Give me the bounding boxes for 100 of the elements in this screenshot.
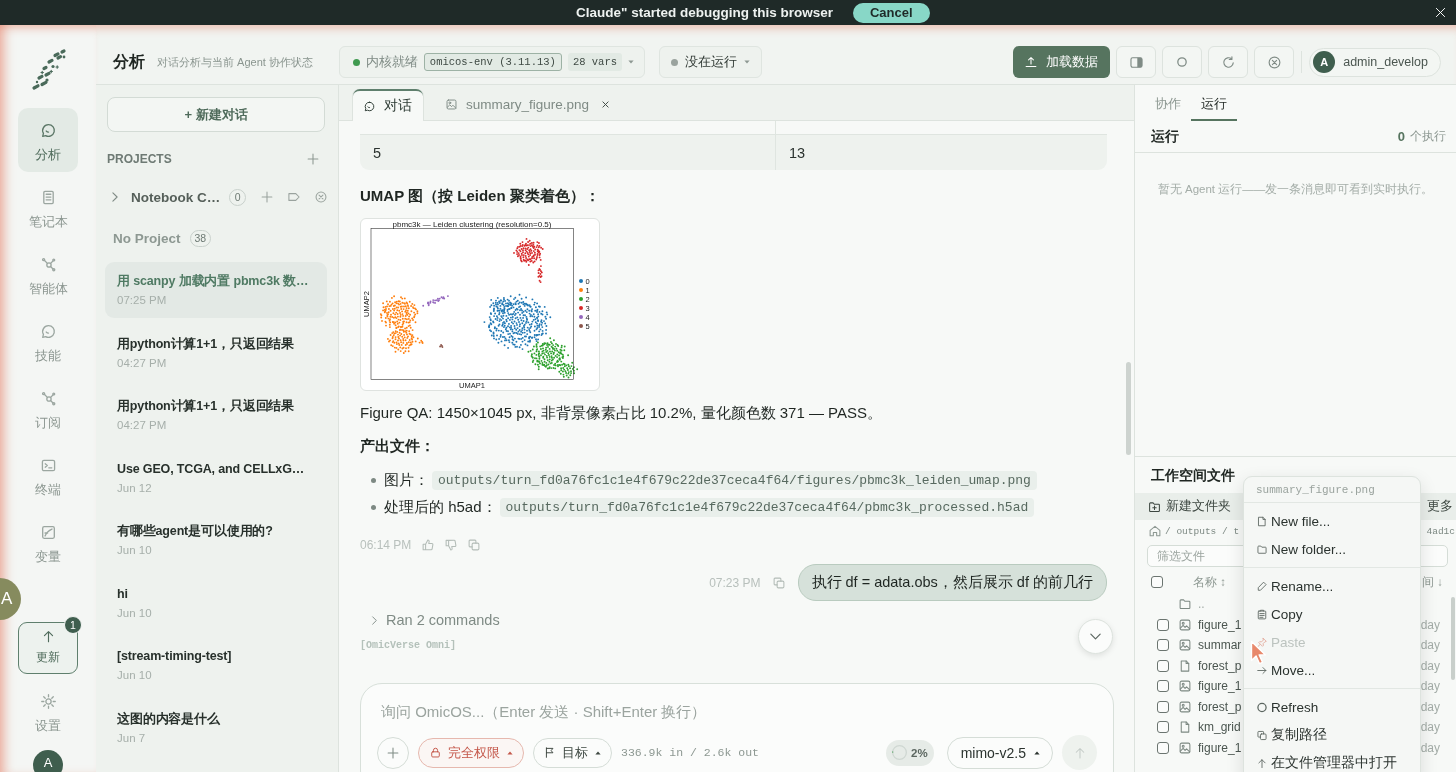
scrollbar-thumb[interactable] <box>1451 597 1455 680</box>
translate-button[interactable]: A <box>0 578 21 620</box>
stop-button[interactable] <box>1254 46 1295 78</box>
conversation-item[interactable]: Use GEO, TCGA, and CELLxG… Jun 12 <box>105 449 327 506</box>
breadcrumb-path[interactable]: / outputs / t <box>1165 525 1240 537</box>
model-select-button[interactable]: mimo-v2.5 <box>946 736 1053 769</box>
file-icon <box>1257 515 1267 527</box>
environment-badge: omicos-env (3.11.13) <box>423 53 562 71</box>
plus-icon[interactable] <box>261 191 274 203</box>
message-input[interactable]: 询问 OmicOS...（Enter 发送 · Shift+Enter 换行） <box>377 699 1097 723</box>
empty-state-text: 暂无 Agent 运行——发一条消息即可看到实时执行。 <box>1157 182 1434 197</box>
conversation-item[interactable]: 用python计算1+1，只返回结果 04:27 PM <box>105 324 327 381</box>
close-circle-icon[interactable] <box>315 191 328 203</box>
project-name[interactable]: Notebook C… <box>131 189 221 205</box>
file-time: day <box>1420 679 1440 694</box>
plus-icon[interactable] <box>307 153 319 165</box>
file-name[interactable]: figure_1 <box>1198 617 1242 632</box>
file-name[interactable]: figure_1 <box>1198 679 1242 694</box>
logo-icon <box>29 47 67 92</box>
row-checkbox[interactable] <box>1157 639 1169 652</box>
row-checkbox[interactable] <box>1157 741 1169 754</box>
status-button[interactable] <box>1162 46 1203 78</box>
menu-item[interactable]: 在文件管理器中打开 <box>1244 749 1420 772</box>
scatter-cluster <box>513 237 544 284</box>
conversation-item[interactable]: 用 scanpy 加载内置 pbmc3k 数… 07:25 PM <box>105 262 327 318</box>
file-time: day <box>1420 720 1440 735</box>
conversation-item[interactable]: [stream-timing-test] Jun 10 <box>105 637 327 693</box>
new-chat-button[interactable]: + 新建对话 <box>107 97 325 132</box>
conversation-item[interactable]: hi Jun 10 <box>105 574 327 631</box>
page-subtitle: 对话分析与当前 Agent 协作状态 <box>157 54 313 70</box>
table-cell: 5 <box>360 135 776 170</box>
run-status-button[interactable]: 没在运行 <box>659 46 762 78</box>
thumbs-down-icon[interactable] <box>445 539 458 551</box>
copy-icon[interactable] <box>772 576 785 589</box>
more-button[interactable]: 更多 <box>1427 495 1453 518</box>
panel-toggle-button[interactable] <box>1116 46 1157 78</box>
row-checkbox[interactable] <box>1157 680 1169 693</box>
breadcrumb-path[interactable]: 4ad1c <box>1426 525 1455 537</box>
file-name[interactable]: figure_1 <box>1198 740 1242 755</box>
row-checkbox[interactable] <box>1157 700 1169 713</box>
lock-icon <box>430 747 441 758</box>
image-icon <box>446 99 457 110</box>
conversation-title: hi <box>117 585 128 603</box>
conversation-item[interactable]: 用python计算1+1，只返回结果 04:27 PM <box>105 387 327 443</box>
home-icon[interactable] <box>1149 525 1161 537</box>
file-name[interactable]: forest_p <box>1198 658 1242 673</box>
file-name[interactable]: km_grid <box>1198 720 1241 735</box>
arrow-up-icon <box>41 630 55 643</box>
file-name[interactable]: summar <box>1198 638 1242 653</box>
network-icon <box>40 391 56 406</box>
conversation-item[interactable]: 这图的内容是什么 Jun 7 <box>105 699 327 756</box>
permission-button[interactable]: 完全权限 <box>418 737 524 768</box>
banner-message: Claude" started debugging this browser <box>576 5 833 20</box>
menu-item[interactable]: Refresh <box>1244 693 1420 721</box>
chat-bubble-icon <box>364 100 375 112</box>
refresh-button[interactable] <box>1208 46 1249 78</box>
chart-title: pbmc3k — Leiden clustering (resolution=0.5) <box>392 219 552 229</box>
clipboard-icon <box>1257 608 1267 620</box>
goal-button[interactable]: 目标 <box>533 737 612 768</box>
row-checkbox[interactable] <box>1157 721 1169 734</box>
chevron-icon[interactable] <box>112 192 118 202</box>
select-all-checkbox[interactable] <box>1151 576 1163 588</box>
tag-icon[interactable] <box>288 191 301 203</box>
user-avatar: A <box>33 750 63 772</box>
nav-item[interactable]: 分析 <box>18 108 78 172</box>
row-checkbox[interactable] <box>1157 618 1169 631</box>
notebook-icon <box>40 190 56 205</box>
menu-item[interactable]: New folder... <box>1244 535 1420 563</box>
run-count: 0 <box>1397 129 1405 144</box>
file-time: day <box>1420 617 1440 632</box>
menu-item[interactable]: Move... <box>1244 656 1420 684</box>
folder-icon <box>1257 543 1267 555</box>
cancel-button[interactable]: Cancel <box>852 2 930 23</box>
load-data-button[interactable]: 加载数据 <box>1013 46 1111 78</box>
graph-icon <box>40 525 56 540</box>
menu-item[interactable]: Copy <box>1244 600 1420 628</box>
add-attachment-button[interactable] <box>377 736 409 769</box>
menu-item[interactable]: 复制路径 <box>1244 721 1420 749</box>
kernel-status-button[interactable]: 内核就绪 omicos-env (3.11.13) 28 vars <box>338 46 645 78</box>
scatter-cluster <box>527 337 579 379</box>
copy-icon[interactable] <box>468 539 481 551</box>
conversation-time: 07:25 PM <box>117 293 167 308</box>
thumbs-up-icon[interactable] <box>422 539 435 551</box>
user-menu-button[interactable]: A admin_develop <box>1309 47 1441 77</box>
row-checkbox[interactable] <box>1157 659 1169 672</box>
file-name[interactable]: forest_p <box>1198 699 1242 714</box>
conversation-title: 用python计算1+1，只返回结果 <box>117 398 295 415</box>
new-folder-button[interactable]: 新建文件夹 <box>1148 495 1231 518</box>
conversation-title: 有哪些agent是可以使用的? <box>117 523 273 540</box>
user-avatar: A <box>1313 51 1336 73</box>
close-icon[interactable] <box>602 101 610 108</box>
menu-item[interactable]: New file... <box>1244 507 1420 535</box>
conversation-item[interactable]: 有哪些agent是可以使用的? Jun 10 <box>105 512 327 568</box>
page-title: 分析 <box>113 51 145 72</box>
menu-item[interactable]: Rename... <box>1244 572 1420 600</box>
scatter-cluster <box>439 344 444 349</box>
chat-tab[interactable]: 对话 <box>353 89 423 121</box>
panel-tab[interactable]: 运行 <box>1191 85 1237 121</box>
scrollbar-thumb[interactable] <box>1126 362 1131 455</box>
scroll-down-button[interactable] <box>1078 619 1113 654</box>
